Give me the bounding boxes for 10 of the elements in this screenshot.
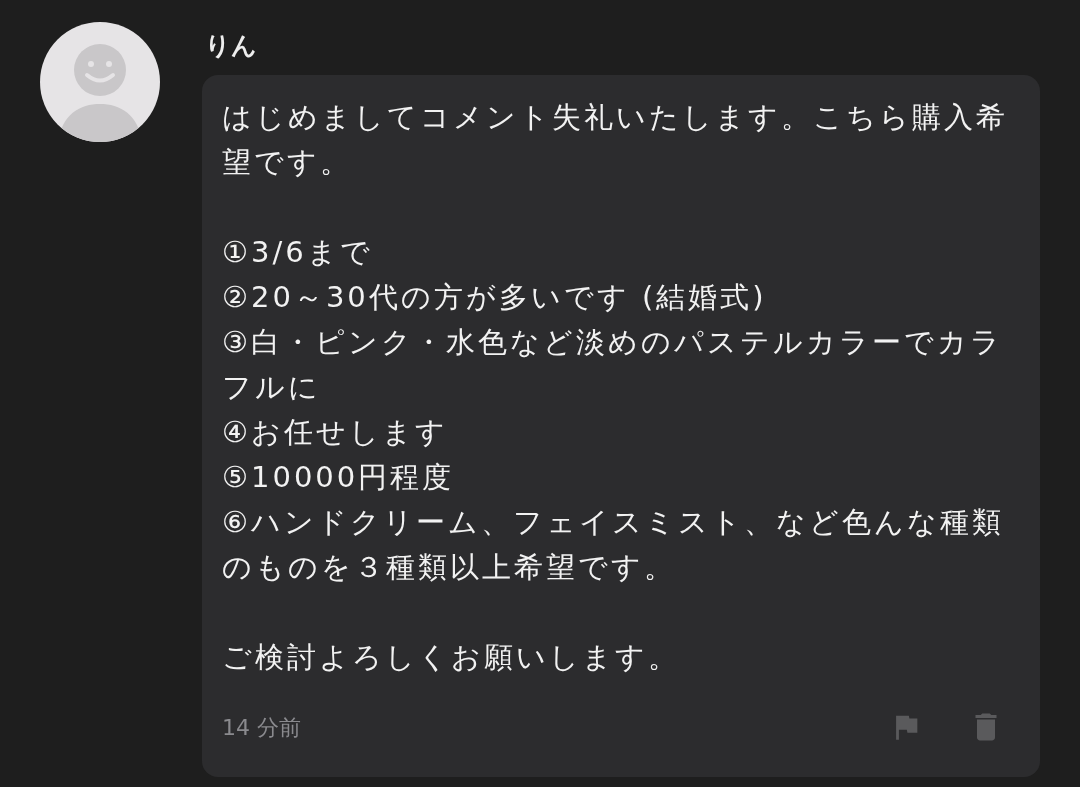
comment-line: はじめましてコメント失礼いたします。こちら購入希望です。	[222, 99, 1009, 181]
comment-line: ③白・ピンク・水色など淡めのパステルカラーでカラフルに	[222, 324, 1004, 406]
comment-line: ご検討よろしくお願いします。	[222, 639, 681, 676]
comment-line: ①3/6まで	[222, 234, 374, 271]
timestamp: 14 分前	[222, 713, 301, 742]
comment-line: ②20～30代の方が多いです (結婚式)	[222, 279, 768, 316]
comment-line: ⑤10000円程度	[222, 459, 456, 496]
comment-line: ⑥ハンドクリーム、フェイスミスト、など色んな種類のものを３種類以上希望です。	[222, 504, 1005, 586]
author-name: りん	[204, 30, 258, 62]
comment-line: ④お任せします	[222, 414, 449, 451]
